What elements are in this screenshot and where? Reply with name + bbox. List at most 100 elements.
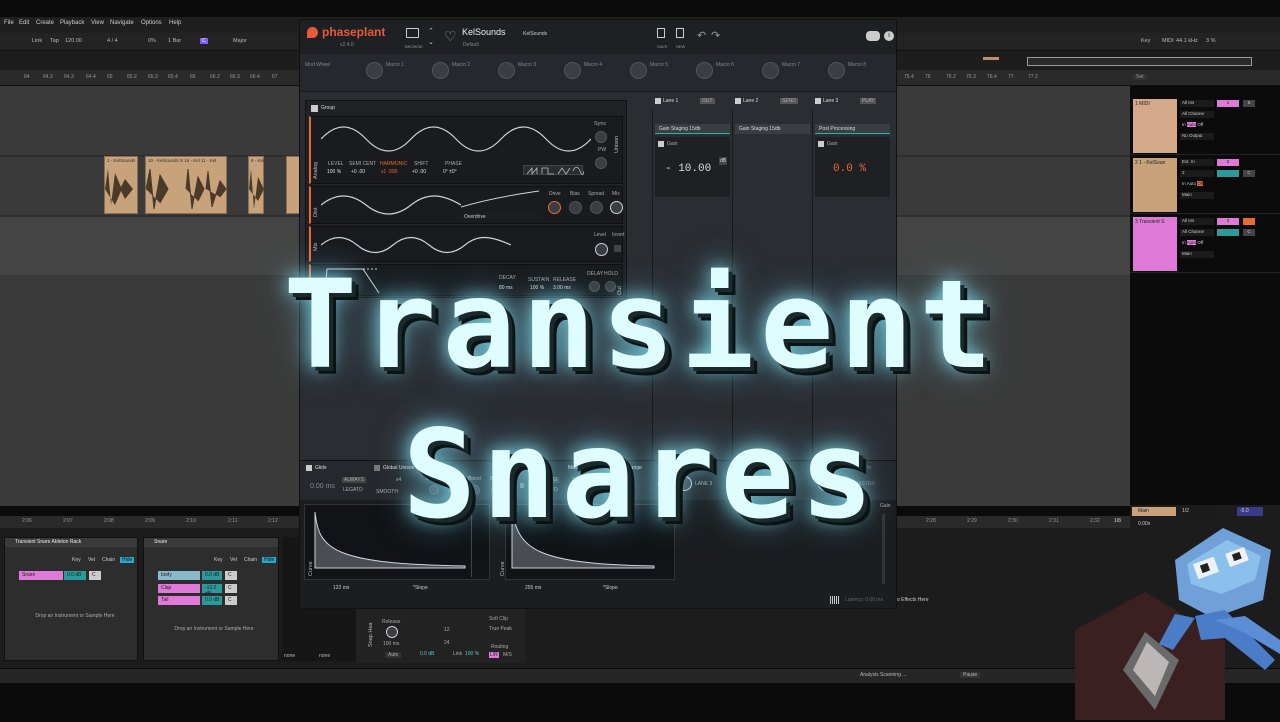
macro-knob[interactable] [366, 62, 383, 79]
fx-header[interactable]: Gain Staging 15db [655, 124, 730, 134]
pw-knob[interactable] [595, 157, 607, 169]
pan-knob[interactable]: C [1243, 229, 1255, 236]
lane-header[interactable]: Lane 3 PLAY [812, 96, 894, 106]
lane-toggle[interactable] [815, 98, 821, 104]
info-icon[interactable]: i [884, 31, 894, 41]
tap-button[interactable]: Tap [50, 38, 59, 44]
lane-tag[interactable]: OUT [700, 98, 715, 104]
harmonic-value[interactable]: x1 .000 [381, 169, 397, 175]
vel-toggle[interactable]: Vel [88, 557, 95, 563]
lane-tag[interactable]: SEND [780, 98, 798, 104]
track-header-audio[interactable]: 2 1 - KelSoun Ext. In 2 In Auto Off Main… [1130, 156, 1280, 214]
menu-help[interactable]: Help [169, 20, 181, 26]
soft-clip-button[interactable]: Soft Clip [489, 616, 508, 622]
phase-value[interactable]: 0° ±0° [443, 169, 457, 175]
track-volume[interactable] [1217, 229, 1239, 236]
preset-name[interactable]: KelSounds [462, 27, 506, 37]
monitor-options[interactable]: In Auto Off [1180, 122, 1214, 129]
midi-map-button[interactable]: MIDI [1162, 38, 1174, 44]
track-input-select[interactable]: All Ins [1180, 218, 1214, 225]
menu-playback[interactable]: Playback [60, 20, 84, 26]
db-unit-button[interactable]: dB [719, 157, 728, 165]
macro-knob[interactable] [828, 62, 845, 79]
key-select[interactable]: C [200, 38, 208, 44]
set-button[interactable]: Set [1133, 74, 1147, 80]
drive-knob[interactable] [548, 201, 561, 214]
bias-knob[interactable] [569, 201, 582, 214]
macro-knob[interactable] [564, 62, 581, 79]
track-input-select[interactable]: All Ins [1180, 100, 1214, 107]
preset-up-icon[interactable]: ⌃ [428, 27, 434, 35]
track-channel-select[interactable]: 2 [1180, 170, 1214, 177]
arrangement-overview[interactable] [1027, 57, 1252, 66]
lane-header[interactable]: Lane 1 OUT [652, 96, 734, 106]
distortion-module[interactable]: Dist Overdrive Drive Bias Spread Mix [309, 186, 623, 224]
dist-mix-knob[interactable] [610, 201, 623, 214]
monitor-options[interactable]: In Auto Off [1180, 240, 1214, 247]
menu-file[interactable]: File [4, 20, 14, 26]
track-volume[interactable] [1217, 170, 1239, 177]
curve-time[interactable]: 122 ms [330, 584, 358, 592]
curve-time[interactable]: 255 ms [522, 584, 550, 592]
macro-knob[interactable] [498, 62, 515, 79]
track-input-select[interactable]: Ext. In [1180, 159, 1214, 166]
menu-create[interactable]: Create [36, 20, 54, 26]
hide-toggle[interactable]: Hide [120, 557, 135, 563]
curve-slope-select[interactable]: *Slope [410, 584, 454, 592]
link-value[interactable]: 100 % [465, 651, 479, 657]
semi-value[interactable]: +0 .00 [351, 169, 365, 175]
track-output-select[interactable]: Main [1180, 192, 1214, 199]
chain-row[interactable]: body [158, 571, 200, 580]
chain-pan[interactable]: C [89, 571, 101, 580]
track-output-select[interactable]: No Output [1180, 133, 1214, 140]
chain-row[interactable]: Snare [19, 571, 63, 580]
scale-select[interactable]: Major [233, 38, 247, 44]
chain-volume[interactable]: 0.0 dB [202, 571, 222, 580]
audio-clip[interactable] [286, 156, 300, 214]
preset-down-icon[interactable]: ⌄ [428, 38, 434, 46]
chain-row[interactable]: Clap [158, 584, 200, 593]
track-channel-select[interactable]: All Channe [1180, 111, 1214, 118]
menu-view[interactable]: View [91, 20, 104, 26]
key-toggle[interactable]: Key [72, 557, 81, 563]
spread-knob[interactable] [590, 201, 603, 214]
instrument-rack[interactable]: Transient Snare Ableton Rack Key Vel Cha… [4, 537, 138, 661]
folder-icon[interactable] [406, 28, 419, 38]
lane-toggle[interactable] [655, 98, 661, 104]
drum-buss-device[interactable]: Snap Hea Release 100 ms Auto 12 24 0.0 d… [356, 609, 526, 663]
ms-button[interactable]: M/S [503, 652, 512, 658]
tempo-field[interactable]: 120.00 [65, 38, 82, 44]
gain-module[interactable]: Gain - 10.00 dB [655, 137, 730, 197]
heart-icon[interactable]: ♡ [444, 28, 457, 45]
macro-knob[interactable] [630, 62, 647, 79]
chain-toggle[interactable]: Chain [102, 557, 115, 563]
key-toggle[interactable]: Key [214, 557, 223, 563]
solo-button[interactable]: S [1243, 100, 1255, 107]
lane-header[interactable]: Lane 2 SEND [732, 96, 814, 106]
keyboard-icon[interactable] [830, 596, 840, 604]
track-header-midi[interactable]: 1 MIDI All Ins All Channe In Auto Off No… [1130, 97, 1280, 155]
quantize-select[interactable]: 1 Bar [168, 38, 181, 44]
audio-clip[interactable]: 1 - KelSounds [104, 156, 138, 214]
chain-volume[interactable]: -13.0 dB [202, 584, 222, 597]
save-icon[interactable] [657, 28, 665, 38]
gain-value[interactable]: - 10.00 [665, 163, 711, 175]
chain-pan[interactable]: C [225, 584, 237, 593]
vel-toggle[interactable]: Vel [230, 557, 237, 563]
new-file-icon[interactable] [676, 28, 684, 38]
monitor-options[interactable]: In Auto Off [1180, 181, 1214, 188]
menu-options[interactable]: Options [141, 20, 162, 26]
true-peak-button[interactable]: True Peak [489, 626, 512, 632]
gain-value[interactable]: 0.0 dB [420, 651, 434, 657]
macro-knob[interactable] [696, 62, 713, 79]
chain-pan[interactable]: C [225, 596, 237, 605]
chain-toggle[interactable]: Chain [244, 557, 257, 563]
chain-pan[interactable]: C [225, 571, 237, 580]
snare-rack[interactable]: Snare Key Vel Chain Hide body 0.0 dB C C… [143, 537, 279, 661]
menu-navigate[interactable]: Navigate [110, 20, 134, 26]
macro-knob[interactable] [432, 62, 449, 79]
chain-volume[interactable]: 0.0 dB [64, 571, 86, 580]
shift-value[interactable]: +0 .00 [412, 169, 426, 175]
pause-button[interactable]: Pause [960, 672, 981, 678]
audio-clip[interactable]: 10 - KelSounds S 16 - Kel 11 - Kel [145, 156, 227, 214]
